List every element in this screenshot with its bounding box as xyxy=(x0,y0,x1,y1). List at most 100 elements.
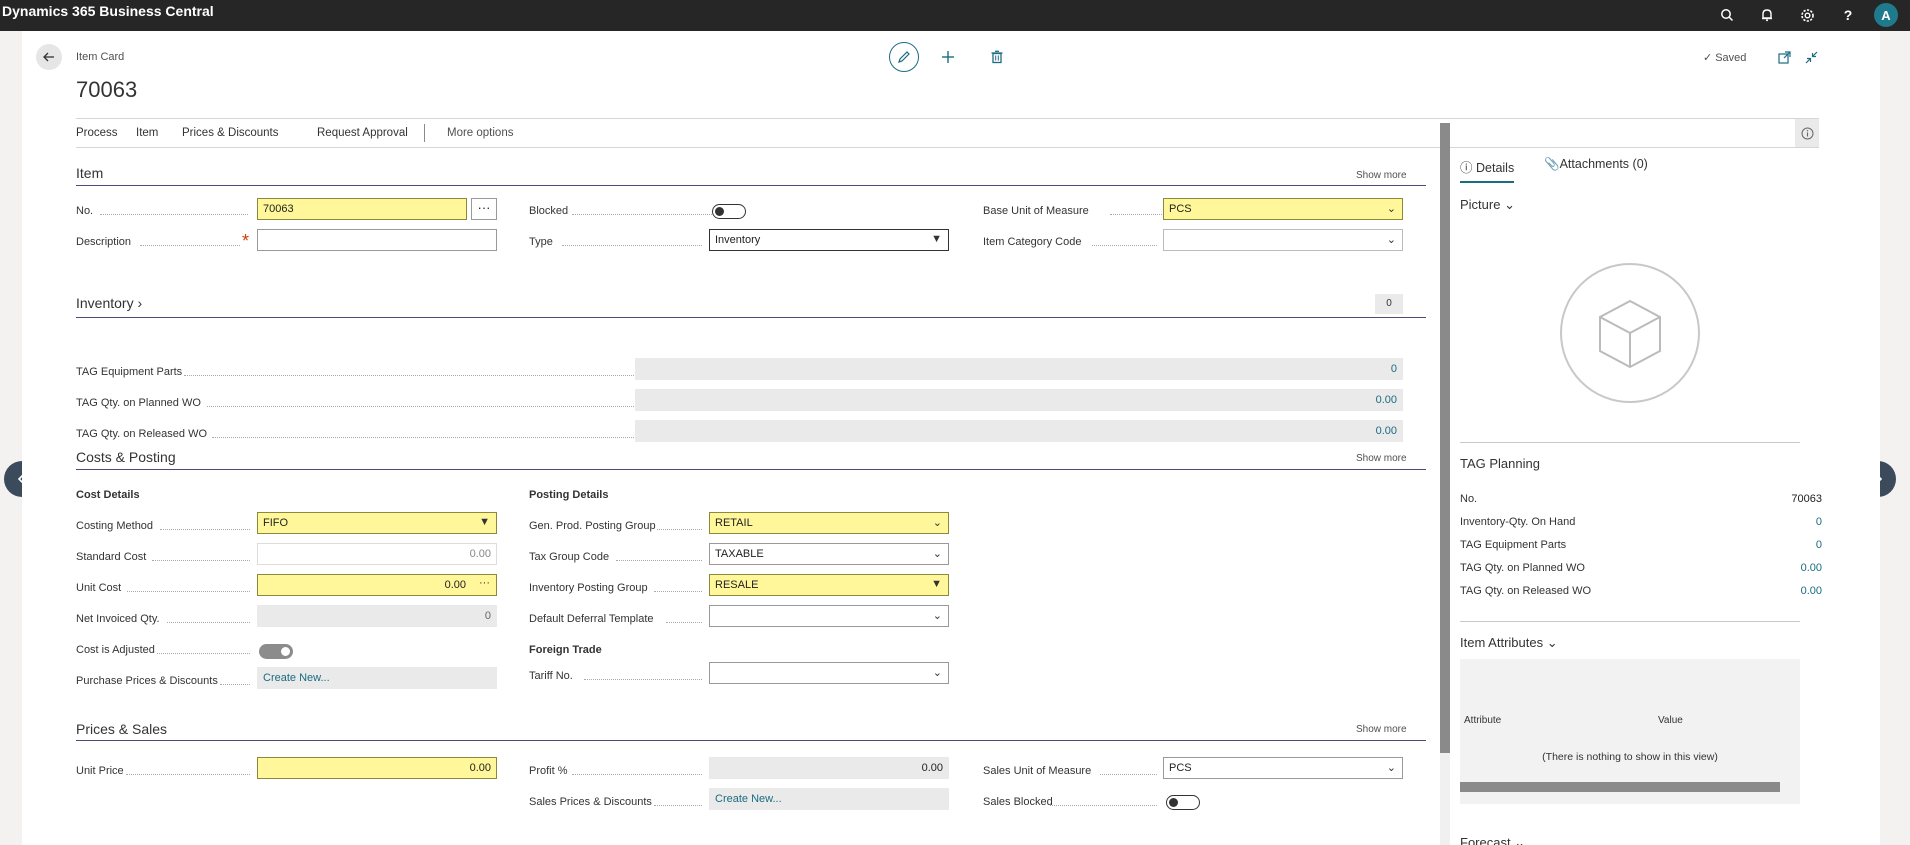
unit-price-field[interactable]: 0.00 xyxy=(257,757,497,779)
delete-icon[interactable] xyxy=(988,48,1006,66)
sales-blocked-toggle[interactable] xyxy=(1166,795,1200,810)
leader-dots xyxy=(184,375,634,376)
inv-posting-label: Inventory Posting Group xyxy=(529,582,648,594)
leader-dots xyxy=(657,529,702,530)
info-icon[interactable] xyxy=(1795,119,1819,147)
action-more-options[interactable]: More options xyxy=(447,127,513,139)
unit-price-label: Unit Price xyxy=(76,765,124,777)
bell-icon[interactable] xyxy=(1757,5,1777,25)
standard-cost-field[interactable]: 0.00 xyxy=(257,543,497,565)
tp-qty-on-hand-value[interactable]: 0 xyxy=(1816,516,1822,528)
standard-cost-label: Standard Cost xyxy=(76,551,147,563)
tag-released-wo-label: TAG Qty. on Released WO xyxy=(76,428,208,440)
description-field[interactable] xyxy=(257,229,497,251)
tab-attachments[interactable]: 📎Attachments (0) xyxy=(1544,157,1648,172)
tp-planned-wo-value[interactable]: 0.00 xyxy=(1801,562,1822,574)
sales-uom-select[interactable]: PCS ⌄ xyxy=(1163,757,1403,779)
open-new-window-icon[interactable] xyxy=(1775,48,1793,66)
sales-prices-field[interactable]: Create New... xyxy=(709,788,949,810)
leader-dots xyxy=(654,805,702,806)
gen-prod-select[interactable]: RETAIL ⌄ xyxy=(709,512,949,534)
net-invoiced-field[interactable]: 0 xyxy=(257,605,497,627)
deferral-select[interactable]: ⌄ xyxy=(709,605,949,627)
edit-icon[interactable] xyxy=(889,42,919,72)
unit-cost-field[interactable]: 0.00 ··· xyxy=(257,574,497,596)
item-category-label: Item Category Code xyxy=(983,236,1082,248)
no-field[interactable]: 70063 xyxy=(257,198,467,220)
section-inventory-title[interactable]: Inventory › xyxy=(76,295,142,311)
item-picture-placeholder[interactable] xyxy=(1560,263,1700,403)
cost-details-header: Cost Details xyxy=(76,489,140,501)
no-lookup-button[interactable]: ··· xyxy=(471,198,497,220)
cost-adjusted-toggle[interactable] xyxy=(259,644,293,659)
back-arrow-icon[interactable] xyxy=(36,44,62,70)
paperclip-icon: 📎 xyxy=(1544,157,1560,171)
search-icon[interactable] xyxy=(1717,5,1737,25)
no-label: No. xyxy=(76,205,94,217)
leader-dots xyxy=(1050,805,1157,806)
tag-released-wo-value[interactable]: 0.00 xyxy=(635,420,1403,442)
action-item[interactable]: Item xyxy=(136,127,158,139)
forecast-title[interactable]: Forecast ⌄ xyxy=(1460,835,1525,845)
saved-status: ✓ Saved xyxy=(1703,52,1747,64)
tab-details[interactable]: ⓘ Details xyxy=(1460,157,1515,183)
create-new-link[interactable]: Create New... xyxy=(715,793,782,805)
leader-dots xyxy=(160,529,250,530)
tp-no-label: No. xyxy=(1460,493,1478,505)
ellipsis-icon[interactable]: ··· xyxy=(479,577,490,589)
create-new-link[interactable]: Create New... xyxy=(263,672,330,684)
scrollbar-thumb[interactable] xyxy=(1440,123,1450,753)
item-show-more[interactable]: Show more xyxy=(1356,170,1407,181)
leader-dots xyxy=(572,774,702,775)
costs-show-more[interactable]: Show more xyxy=(1356,453,1407,464)
add-icon[interactable] xyxy=(939,48,957,66)
chevron-right-icon: › xyxy=(137,295,143,311)
help-icon[interactable]: ? xyxy=(1838,5,1858,25)
section-divider xyxy=(76,469,1426,470)
gear-icon[interactable] xyxy=(1797,5,1817,25)
leader-dots xyxy=(212,437,634,438)
breadcrumb: Item Card xyxy=(76,51,125,63)
inventory-badge: 0 xyxy=(1375,294,1403,314)
section-prices-title[interactable]: Prices & Sales xyxy=(76,721,167,737)
tariff-select[interactable]: ⌄ xyxy=(709,662,949,684)
section-item-title[interactable]: Item xyxy=(76,165,103,181)
sales-blocked-label: Sales Blocked xyxy=(983,796,1053,808)
section-costs-title[interactable]: Costs & Posting xyxy=(76,449,176,465)
tag-equipment-parts-value[interactable]: 0 xyxy=(635,358,1403,380)
inv-posting-select[interactable]: RESALE ▼ xyxy=(709,574,949,596)
tag-planned-wo-value[interactable]: 0.00 xyxy=(635,389,1403,411)
leader-dots xyxy=(157,653,250,654)
blocked-toggle[interactable] xyxy=(712,204,746,219)
purchase-prices-field[interactable]: Create New... xyxy=(257,667,497,689)
item-category-select[interactable]: ⌄ xyxy=(1163,229,1403,251)
costing-method-label: Costing Method xyxy=(76,520,154,532)
tp-released-wo-value[interactable]: 0.00 xyxy=(1801,585,1822,597)
action-request-approval[interactable]: Request Approval xyxy=(317,127,408,139)
leader-dots xyxy=(126,774,250,775)
attr-col-value: Value xyxy=(1658,715,1683,726)
type-select[interactable]: Inventory ▼ xyxy=(709,229,949,251)
avatar[interactable]: A xyxy=(1874,3,1898,27)
collapse-icon[interactable] xyxy=(1802,48,1820,66)
costing-method-select[interactable]: FIFO ▼ xyxy=(257,512,497,534)
action-prices-discounts[interactable]: Prices & Discounts xyxy=(182,127,279,139)
leader-dots xyxy=(207,406,634,407)
tp-equipment-parts-value[interactable]: 0 xyxy=(1816,539,1822,551)
attr-horizontal-scrollbar[interactable] xyxy=(1460,782,1780,792)
tax-group-select[interactable]: TAXABLE ⌄ xyxy=(709,543,949,565)
base-uom-select[interactable]: PCS ⌄ xyxy=(1163,198,1403,220)
top-bar: Dynamics 365 Business Central ? A xyxy=(0,0,1910,31)
check-icon: ✓ xyxy=(1703,52,1713,64)
action-process[interactable]: Process xyxy=(76,127,118,139)
profit-field[interactable]: 0.00 xyxy=(709,757,949,779)
picture-title[interactable]: Picture ⌄ xyxy=(1460,197,1515,213)
prices-show-more[interactable]: Show more xyxy=(1356,724,1407,735)
content-scrollbar[interactable] xyxy=(1440,123,1450,845)
section-divider xyxy=(76,185,1426,186)
tag-planning-title: TAG Planning xyxy=(1460,456,1540,471)
toggle-knob xyxy=(715,206,724,216)
item-attributes-title[interactable]: Item Attributes ⌄ xyxy=(1460,635,1558,651)
item-card: Item Card 70063 ✓ Saved Process Item Pric… xyxy=(22,31,1880,845)
tp-planned-wo-label: TAG Qty. on Planned WO xyxy=(1460,562,1585,574)
